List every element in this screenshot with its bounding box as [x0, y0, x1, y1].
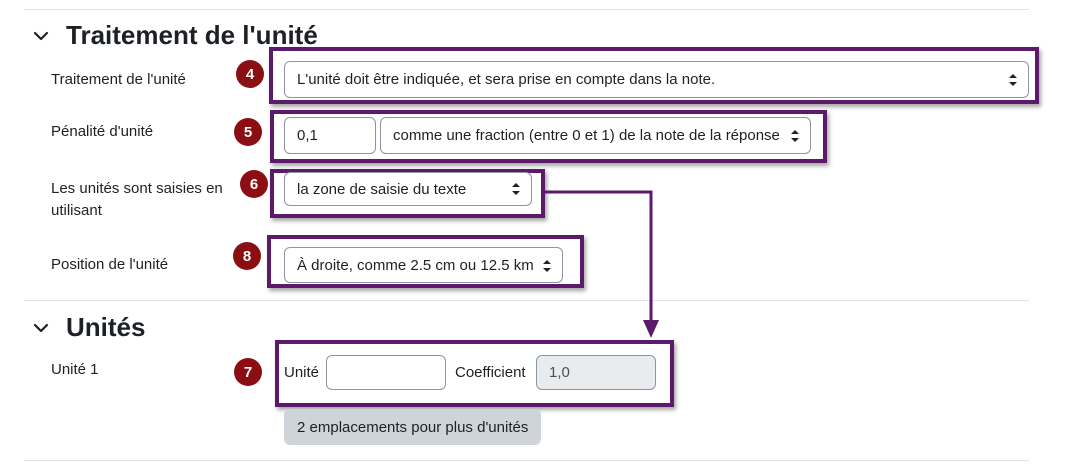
annotation-connector-arrow — [545, 190, 659, 338]
